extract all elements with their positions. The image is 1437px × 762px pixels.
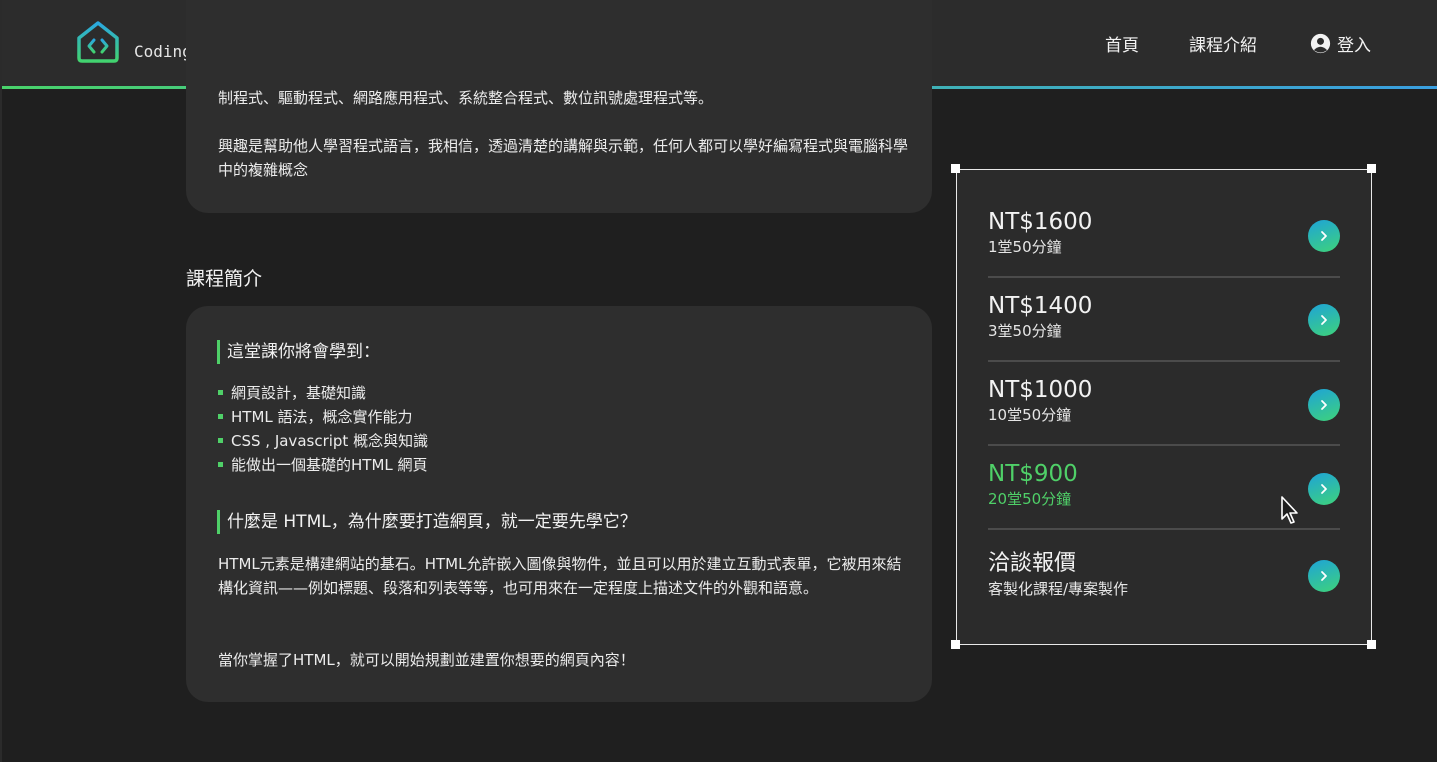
price-value: NT$900 <box>988 461 1078 487</box>
chevron-right-icon[interactable] <box>1308 560 1340 592</box>
nav-home-link[interactable]: 首頁 <box>1105 31 1139 56</box>
learn-list-item: CSS , Javascript 概念與知識 <box>218 429 428 453</box>
price-desc: 1堂50分鐘 <box>988 238 1062 256</box>
price-option[interactable]: NT$1600 1堂50分鐘 <box>988 208 1340 278</box>
chevron-right-icon[interactable] <box>1308 304 1340 336</box>
selection-handle[interactable] <box>1367 164 1376 173</box>
nav-course-link[interactable]: 課程介紹 <box>1189 31 1257 56</box>
chevron-right-icon[interactable] <box>1308 220 1340 252</box>
learn-list: 網頁設計，基礎知識 HTML 語法，概念實作能力 CSS , Javascrip… <box>218 381 428 477</box>
price-option[interactable]: NT$1000 10堂50分鐘 <box>988 376 1340 446</box>
price-divider <box>988 444 1340 446</box>
price-divider <box>988 276 1340 278</box>
what-is-html-heading: 什麼是 HTML，為什麼要打造網頁，就一定要先學它？ <box>217 510 637 534</box>
user-circle-icon <box>1310 33 1331 54</box>
learn-list-item: 網頁設計，基礎知識 <box>218 381 428 405</box>
selection-handle[interactable] <box>1367 640 1376 649</box>
price-desc: 3堂50分鐘 <box>988 322 1062 340</box>
selection-handle[interactable] <box>951 640 960 649</box>
price-option[interactable]: NT$1400 3堂50分鐘 <box>988 292 1340 362</box>
price-option[interactable]: 洽談報價 客製化課程/專案製作 <box>988 550 1340 600</box>
price-desc: 10堂50分鐘 <box>988 406 1072 424</box>
learn-list-item: HTML 語法，概念實作能力 <box>218 405 428 429</box>
mouse-pointer-icon <box>1281 496 1298 524</box>
nav-login-link[interactable]: 登入 <box>1310 31 1371 56</box>
price-divider <box>988 360 1340 362</box>
price-value: NT$1000 <box>988 377 1093 403</box>
selection-handle[interactable] <box>951 164 960 173</box>
chevron-right-icon[interactable] <box>1308 389 1340 421</box>
learn-list-item: 能做出一個基礎的HTML 網頁 <box>218 453 428 477</box>
price-value: NT$1600 <box>988 209 1093 235</box>
price-desc: 客製化課程/專案製作 <box>988 580 1129 598</box>
price-value: 洽談報價 <box>988 551 1077 576</box>
chevron-right-icon[interactable] <box>1308 473 1340 505</box>
section-title-course-intro: 課程簡介 <box>186 268 263 290</box>
price-value: NT$1400 <box>988 293 1093 319</box>
learn-heading: 這堂課你將會學到： <box>217 340 380 364</box>
price-divider <box>988 528 1340 530</box>
html-mastery-paragraph: 當你掌握了HTML，就可以開始規劃並建置你想要的網頁內容！ <box>218 651 635 669</box>
about-card: 制程式、驅動程式、網路應用程式、系統整合程式、數位訊號處理程式等。 興趣是幫助他… <box>186 0 932 213</box>
nav-login-label: 登入 <box>1337 36 1371 56</box>
home-code-logo-icon[interactable] <box>75 20 121 64</box>
what-is-html-paragraph: HTML元素是構建網站的基石。HTML允許嵌入圖像與物件，並且可以用於建立互動式… <box>218 555 902 597</box>
course-intro-card: 這堂課你將會學到： 網頁設計，基礎知識 HTML 語法，概念實作能力 CSS ,… <box>186 306 932 702</box>
pricing-panel: NT$1600 1堂50分鐘 NT$1400 3堂50分鐘 NT$1000 10… <box>956 169 1372 645</box>
about-paragraph-1: 制程式、驅動程式、網路應用程式、系統整合程式、數位訊號處理程式等。 <box>218 89 714 107</box>
about-paragraph-2: 興趣是幫助他人學習程式語言，我相信，透過清楚的講解與示範，任何人都可以學好編寫程… <box>218 137 909 179</box>
